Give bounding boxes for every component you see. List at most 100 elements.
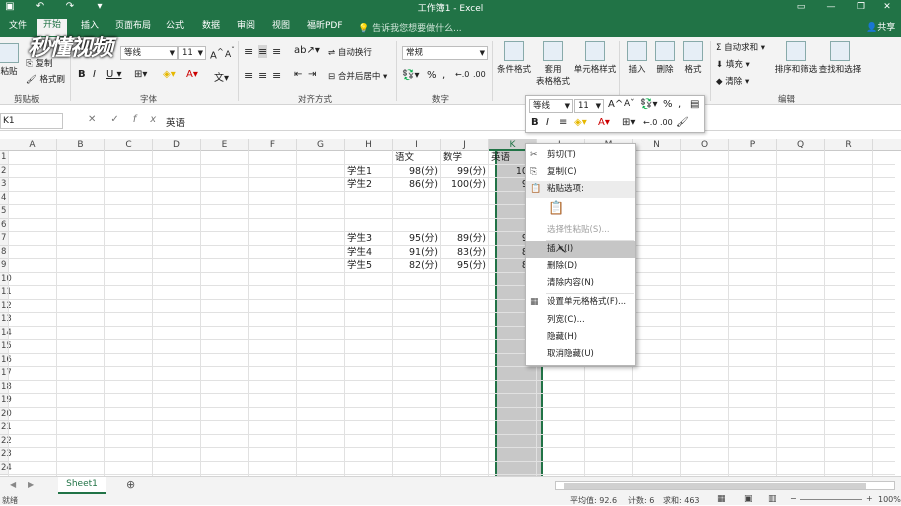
phonetic-icon[interactable]: 文▾ [214, 69, 229, 84]
column-header[interactable]: B [57, 139, 105, 151]
cell-h2[interactable]: 学生1 [347, 165, 372, 178]
cell-i2[interactable]: 98(分) [393, 165, 438, 178]
font-name-combo[interactable]: 等线 ▼ [120, 46, 178, 60]
menu-column-width[interactable]: 列宽(C)... [526, 312, 635, 329]
close-icon[interactable]: ✕ [872, 0, 901, 14]
share-button[interactable]: 👤共享 [866, 20, 895, 33]
cell-i3[interactable]: 86(分) [393, 178, 438, 191]
conditional-format-button[interactable]: 条件格式 [494, 41, 534, 75]
mini-borders-icon[interactable]: ⊞▾ [622, 117, 635, 128]
clear-button[interactable]: ◆ 清除 ▾ [716, 75, 749, 87]
mini-shrink-font-icon[interactable]: Aˇ [624, 99, 635, 109]
column-header[interactable]: N [633, 139, 681, 151]
orientation-icon[interactable]: ab↗▾ [294, 45, 320, 56]
mini-decrease-decimal-icon[interactable]: .00 [660, 118, 673, 127]
cell-j9[interactable]: 95(分) [441, 259, 486, 272]
ribbon-display-icon[interactable]: ▭ [786, 0, 816, 14]
mini-comma-icon[interactable]: , [678, 99, 681, 110]
menu-cut[interactable]: ✂ 剪切(T) [526, 147, 635, 164]
cell-h9[interactable]: 学生5 [347, 259, 372, 272]
comma-style-icon[interactable]: , [442, 70, 445, 81]
align-top-icon[interactable]: ≡ [244, 45, 253, 58]
minimize-icon[interactable]: — [816, 0, 846, 14]
column-header[interactable]: O [681, 139, 729, 151]
increase-indent-icon[interactable]: ⇥ [308, 69, 316, 80]
font-color-icon[interactable]: A▾ [186, 69, 198, 80]
mini-size-combo[interactable]: 11 ▼ [574, 99, 604, 113]
scroll-left-icon[interactable]: ◀ [10, 480, 16, 489]
align-bottom-icon[interactable]: ≡ [272, 45, 281, 58]
find-select-button[interactable]: 查找和选择 [817, 41, 863, 75]
tab-data[interactable]: 数据 [196, 20, 226, 37]
column-header[interactable]: R [825, 139, 873, 151]
tab-page-layout[interactable]: 页面布局 [109, 20, 157, 37]
mini-font-color-icon[interactable]: A▾ [598, 117, 610, 128]
mini-format-table-icon[interactable]: ▤ [690, 99, 699, 110]
borders-icon[interactable]: ⊞▾ [134, 69, 147, 80]
bold-button[interactable]: B [78, 69, 86, 80]
column-header[interactable]: E [201, 139, 249, 151]
merge-center-button[interactable]: ⊟ 合并后居中 ▾ [328, 70, 387, 82]
zoom-in-icon[interactable]: + [866, 494, 873, 503]
mini-increase-decimal-icon[interactable]: ←.0 [643, 118, 657, 127]
cell-i7[interactable]: 95(分) [393, 232, 438, 245]
shrink-font-button[interactable]: Aˇ [225, 46, 235, 60]
normal-view-icon[interactable]: ▦ [717, 494, 726, 504]
insert-function-icon[interactable]: fx [133, 114, 170, 125]
mini-align-icon[interactable]: ≡ [559, 117, 567, 128]
cell-styles-button[interactable]: 单元格样式 [572, 41, 618, 75]
autosum-button[interactable]: Σ 自动求和 ▾ [716, 41, 765, 53]
column-header[interactable]: D [153, 139, 201, 151]
fill-color-icon[interactable]: ◈▾ [163, 69, 176, 80]
column-header[interactable]: G [297, 139, 345, 151]
column-header[interactable]: F [249, 139, 297, 151]
underline-button[interactable]: U ▾ [106, 69, 122, 80]
format-as-table-button[interactable]: 套用 表格格式 [533, 41, 573, 87]
menu-hide[interactable]: 隐藏(H) [526, 329, 635, 346]
number-format-combo[interactable]: 常规 ▼ [402, 46, 488, 60]
column-header[interactable]: H [345, 139, 393, 151]
page-layout-view-icon[interactable]: ▣ [744, 494, 753, 504]
menu-unhide[interactable]: 取消隐藏(U) [526, 346, 635, 363]
accounting-format-icon[interactable]: 💱▾ [402, 70, 419, 81]
fill-button[interactable]: ⬇ 填充 ▾ [716, 58, 750, 70]
cell-j2[interactable]: 99(分) [441, 165, 486, 178]
cell-j3[interactable]: 100(分) [441, 178, 486, 191]
tab-view[interactable]: 视图 [266, 20, 296, 37]
zoom-slider[interactable] [800, 499, 862, 500]
sort-filter-button[interactable]: 排序和筛选 [773, 41, 819, 75]
tab-review[interactable]: 审阅 [231, 20, 261, 37]
align-center-icon[interactable]: ≡ [258, 69, 267, 82]
format-painter-button[interactable]: 🖌 格式刷 [26, 73, 65, 85]
tab-foxit-pdf[interactable]: 福昕PDF [301, 20, 349, 37]
paste-clipboard-option[interactable]: 📋 [526, 200, 635, 222]
worksheet-grid[interactable]: 1 2 3 4 5 6 7 8 9 10 11 12 13 14 15 16 17 18 19 20 21 22 23 24 语… [0, 151, 895, 476]
decrease-indent-icon[interactable]: ⇤ [294, 69, 302, 80]
menu-delete[interactable]: 删除(D) [526, 258, 635, 275]
mini-accounting-icon[interactable]: 💱▾ [640, 99, 657, 110]
enter-icon[interactable]: ✓ [110, 114, 132, 125]
align-middle-icon[interactable]: ≡ [258, 45, 268, 58]
mini-font-combo[interactable]: 等线 ▼ [529, 99, 573, 113]
cancel-icon[interactable]: ✕ [88, 114, 110, 125]
formula-input[interactable]: 英语 [166, 115, 185, 129]
menu-insert[interactable]: 插入(I) [526, 241, 635, 258]
menu-copy[interactable]: ⎘ 复制(C) [526, 164, 635, 181]
italic-button[interactable]: I [93, 69, 96, 80]
cell-j7[interactable]: 89(分) [441, 232, 486, 245]
name-box[interactable]: K1 [0, 113, 63, 129]
column-header[interactable]: Q [777, 139, 825, 151]
column-header[interactable]: A [9, 139, 57, 151]
align-left-icon[interactable]: ≡ [244, 69, 253, 82]
zoom-out-icon[interactable]: − [790, 494, 797, 503]
increase-decimal-icon[interactable]: ←.0 [455, 70, 469, 79]
percent-style-icon[interactable]: % [427, 70, 437, 81]
mini-bold-icon[interactable]: B [531, 117, 539, 128]
cell-h7[interactable]: 学生3 [347, 232, 372, 245]
scrollbar-thumb[interactable] [564, 483, 866, 489]
page-break-view-icon[interactable]: ▥ [768, 494, 777, 504]
tab-formulas[interactable]: 公式 [160, 20, 190, 37]
format-cells-button[interactable]: 格式 [673, 41, 713, 75]
tell-me-search[interactable]: 💡 告诉我您想要做什么... [358, 21, 462, 34]
cell-h8[interactable]: 学生4 [347, 246, 372, 259]
